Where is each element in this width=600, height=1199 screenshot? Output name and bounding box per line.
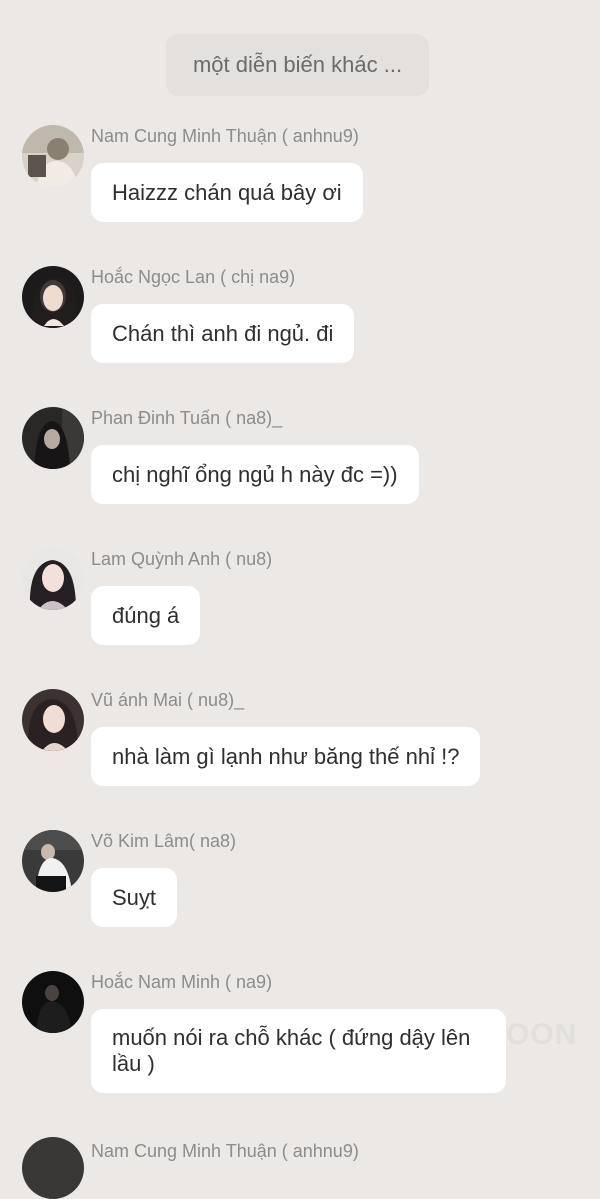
avatar[interactable] [22, 689, 84, 751]
sender-name: Nam Cung Minh Thuận ( anhnu9) [91, 126, 359, 146]
avatar[interactable] [22, 971, 84, 1033]
message-bubble[interactable]: chị nghĩ ổng ngủ h này đc =)) [91, 445, 419, 504]
avatar[interactable] [22, 1137, 84, 1199]
message-bubble[interactable]: đúng á [91, 586, 201, 645]
avatar[interactable] [22, 125, 84, 187]
sender-name: Võ Kim Lâm( na8) [91, 831, 237, 851]
sender-name: Phan Đinh Tuấn ( na8)_ [91, 408, 283, 428]
watermark: OON [506, 1018, 578, 1051]
scene-divider-label: một diễn biến khác ... [192, 52, 403, 77]
sender-name: Hoắc Nam Minh ( na9) [91, 972, 273, 992]
sender-name: Hoắc Ngọc Lan ( chị na9) [91, 267, 296, 287]
message-bubble[interactable]: Chán thì anh đi ngủ. đi [91, 304, 355, 363]
avatar[interactable] [22, 266, 84, 328]
scene-divider: một diễn biến khác ... [166, 34, 429, 96]
avatar[interactable] [22, 548, 84, 610]
message-bubble[interactable]: Suỵt [91, 868, 178, 927]
message-bubble[interactable]: muốn nói ra chỗ khác ( đứng dậy lên lầu … [91, 1009, 506, 1093]
avatar[interactable] [22, 407, 84, 469]
sender-name: Lam Quỳnh Anh ( nu8) [91, 549, 273, 569]
sender-name: Vũ ánh Mai ( nu8)_ [91, 690, 245, 710]
sender-name: Nam Cung Minh Thuận ( anhnu9) [91, 1141, 359, 1161]
message-bubble[interactable]: nhà làm gì lạnh như băng thế nhỉ !? [91, 727, 481, 786]
avatar[interactable] [22, 830, 84, 892]
message-bubble[interactable]: Haizzz chán quá bây ơi [91, 163, 363, 222]
